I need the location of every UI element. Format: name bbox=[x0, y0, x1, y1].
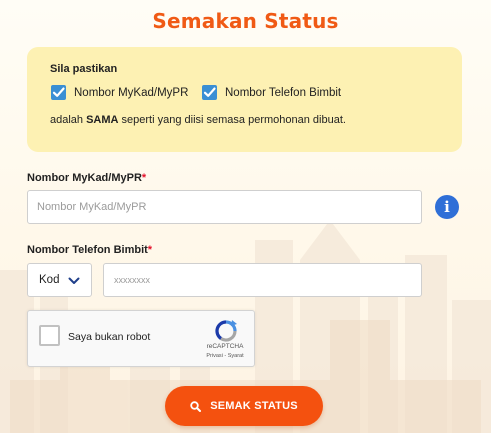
required-mark: * bbox=[141, 172, 147, 184]
required-mark: * bbox=[147, 244, 153, 256]
note-prefix: adalah bbox=[50, 114, 87, 126]
phone-label-text: Nombor Telefon Bimbit bbox=[27, 244, 148, 256]
phone-placeholder: xxxxxxxx bbox=[114, 275, 150, 285]
ic-number-input[interactable]: Nombor MyKad/MyPR bbox=[27, 190, 422, 224]
phone-code-select[interactable]: Kod bbox=[27, 263, 92, 297]
code-selected-value: Kod bbox=[39, 274, 60, 286]
check-icon bbox=[202, 85, 217, 100]
note-bold: SAMA bbox=[86, 114, 119, 126]
recaptcha-links[interactable]: Privasi - Syarat bbox=[200, 353, 250, 359]
check-icon bbox=[51, 85, 66, 100]
notice-heading: Sila pastikan bbox=[50, 63, 118, 75]
info-icon[interactable]: i bbox=[435, 195, 459, 219]
recaptcha-label: Saya bukan robot bbox=[68, 331, 151, 343]
recaptcha-brand: reCAPTCHA bbox=[206, 343, 244, 350]
ic-label-text: Nombor MyKad/MyPR bbox=[27, 172, 142, 184]
page-title: Semakan Status bbox=[152, 9, 339, 33]
submit-label: SEMAK STATUS bbox=[210, 400, 298, 412]
ic-field-label: Nombor MyKad/MyPR* bbox=[27, 172, 146, 184]
search-icon bbox=[190, 400, 202, 412]
phone-number-input[interactable]: xxxxxxxx bbox=[103, 263, 422, 297]
chevron-down-icon bbox=[68, 276, 80, 288]
notice-check-phone: Nombor Telefon Bimbit bbox=[202, 84, 341, 101]
recaptcha-widget: Saya bukan robot reCAPTCHA Privasi - Sya… bbox=[27, 310, 255, 367]
semak-status-button[interactable]: SEMAK STATUS bbox=[165, 386, 323, 426]
notice-panel: Sila pastikan Nombor MyKad/MyPR Nombor T… bbox=[27, 47, 462, 152]
notice-check-mykad: Nombor MyKad/MyPR bbox=[51, 84, 188, 101]
phone-field-label: Nombor Telefon Bimbit* bbox=[27, 244, 152, 256]
ic-placeholder: Nombor MyKad/MyPR bbox=[37, 201, 147, 213]
notice-note: adalah SAMA seperti yang diisi semasa pe… bbox=[50, 114, 346, 126]
check-label-phone: Nombor Telefon Bimbit bbox=[225, 86, 342, 99]
note-suffix: seperti yang diisi semasa permohonan dib… bbox=[118, 114, 346, 126]
recaptcha-checkbox[interactable] bbox=[39, 325, 60, 346]
check-label-mykad: Nombor MyKad/MyPR bbox=[74, 86, 189, 99]
info-glyph: i bbox=[444, 198, 450, 216]
